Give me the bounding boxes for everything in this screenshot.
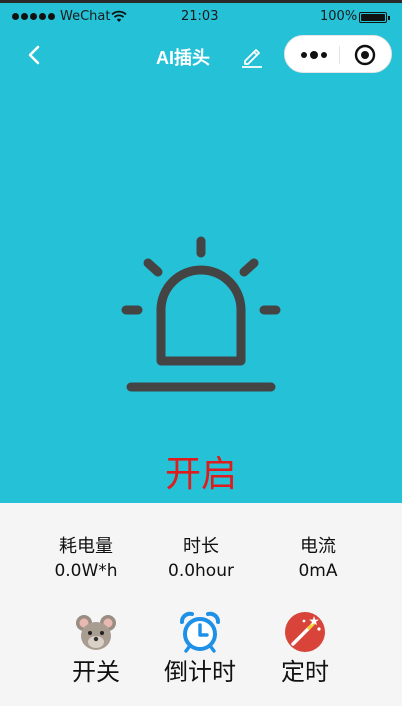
countdown-button[interactable]: 倒计时 — [140, 611, 260, 688]
stat-duration-label: 时长 — [183, 536, 219, 557]
carrier-name: WeChat — [60, 9, 111, 24]
more-dots-icon[interactable] — [301, 50, 329, 60]
close-target-icon[interactable] — [354, 44, 376, 66]
mouse-icon — [76, 615, 116, 650]
capsule-divider — [339, 46, 340, 64]
magic-wand-icon — [285, 612, 325, 652]
signal-icon — [12, 13, 55, 20]
alarm-clock-icon — [180, 611, 220, 653]
countdown-label: 倒计时 — [164, 658, 236, 686]
status-time: 21:03 — [181, 9, 219, 24]
wifi-icon — [111, 10, 127, 22]
alarm-lamp-icon[interactable] — [118, 233, 284, 395]
power-switch-button[interactable]: 开关 — [36, 611, 156, 688]
mini-program-capsule — [284, 35, 392, 73]
power-switch-label: 开关 — [72, 658, 120, 686]
chevron-left-icon[interactable] — [24, 44, 46, 66]
schedule-label: 定时 — [281, 658, 329, 686]
stat-current: 电流 0mA — [258, 535, 378, 583]
stat-energy: 耗电量 0.0W*h — [26, 535, 146, 583]
stat-current-value: 0mA — [298, 561, 338, 581]
power-state-label: 开启 — [164, 454, 237, 495]
battery-percent: 100% — [320, 9, 358, 24]
battery-icon — [359, 12, 390, 23]
page-title: AI插头 — [156, 48, 210, 68]
stat-current-label: 电流 — [300, 536, 336, 557]
status-bar: WeChat 21:03 100% — [0, 3, 402, 33]
stat-energy-label: 耗电量 — [59, 536, 113, 557]
pencil-icon[interactable] — [240, 44, 264, 68]
schedule-button[interactable]: 定时 — [245, 611, 365, 688]
stat-duration-value: 0.0hour — [168, 561, 234, 581]
stat-duration: 时长 0.0hour — [141, 535, 261, 583]
stat-energy-value: 0.0W*h — [54, 561, 118, 581]
